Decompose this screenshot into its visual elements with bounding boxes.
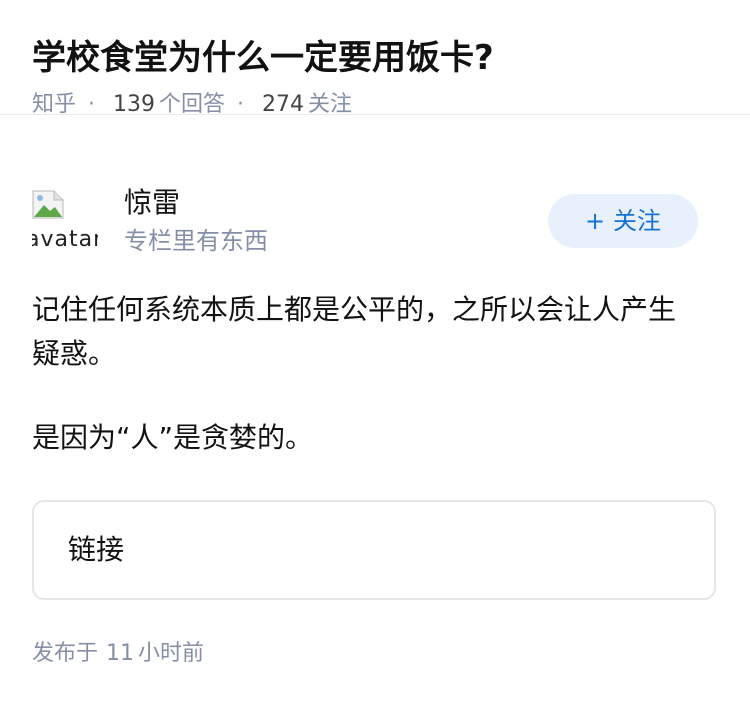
author-name[interactable]: 惊雷: [124, 185, 180, 221]
author-row: avatar 惊雷 专栏里有东西 +关注: [32, 185, 718, 257]
question-meta: 知乎 · 139 个回答 · 274 关注: [32, 90, 718, 120]
answer-count: 139: [113, 92, 156, 117]
publish-time-prefix: 发布于: [32, 641, 99, 666]
follow-button-label: 关注: [613, 207, 662, 235]
avatar-alt-text: avatar: [32, 227, 98, 251]
answer-count-label: 个回答: [159, 92, 226, 117]
link-card-label: 链接: [68, 533, 125, 566]
question-title[interactable]: 学校食堂为什么一定要用饭卡?: [32, 36, 718, 80]
answer-content: 记住任何系统本质上都是公平的，之所以会让人产生疑惑。 是因为“人”是贪婪的。: [32, 288, 702, 460]
follow-button[interactable]: + 关注: [548, 194, 698, 248]
broken-image-icon: [32, 190, 64, 219]
link-card[interactable]: 链接: [32, 500, 716, 600]
publish-time-value: 11: [106, 641, 135, 666]
follower-count-label: 关注: [308, 92, 353, 117]
publish-time: 发布于 11 小时前: [32, 638, 204, 670]
meta-separator: ·: [237, 92, 245, 117]
plus-icon: +: [584, 207, 606, 235]
author-bio: 专栏里有东西: [124, 227, 268, 255]
meta-separator: ·: [88, 92, 96, 117]
avatar[interactable]: avatar: [32, 185, 98, 251]
follower-count: 274: [262, 92, 305, 117]
question-header: 学校食堂为什么一定要用饭卡? 知乎 · 139 个回答 · 274 关注: [0, 0, 750, 117]
source-label[interactable]: 知乎: [32, 92, 76, 117]
answer-paragraph: 是因为“人”是贪婪的。: [32, 421, 314, 454]
publish-time-unit: 小时前: [138, 641, 205, 666]
answer-paragraph: 记住任何系统本质上都是公平的，之所以会让人产生疑惑。: [32, 293, 677, 370]
answer-page: 学校食堂为什么一定要用饭卡? 知乎·139个回答·274关注 avatar 惊雷…: [0, 0, 750, 704]
